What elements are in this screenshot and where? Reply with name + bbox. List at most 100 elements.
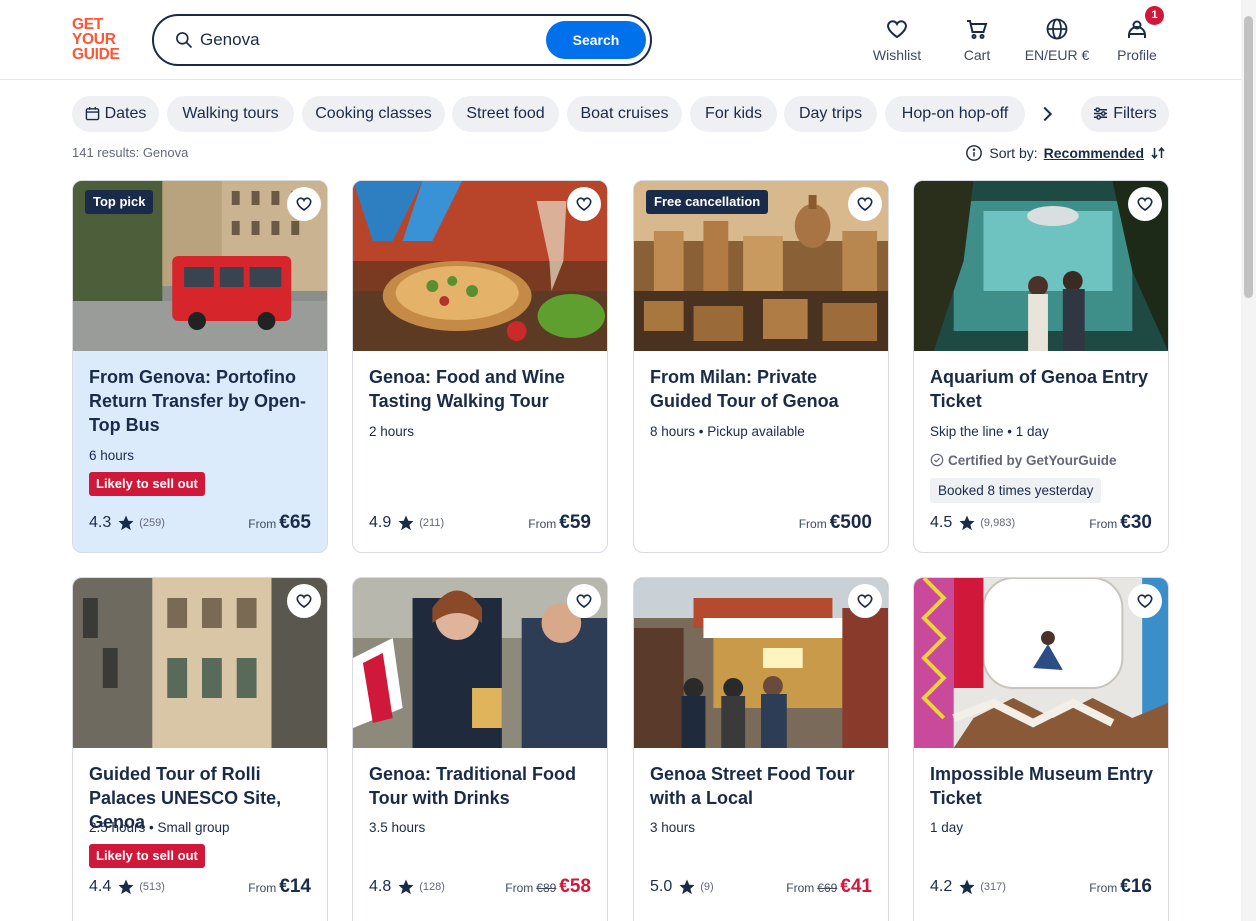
chip-street-food[interactable]: Street food [452,96,559,132]
price-amount: €14 [279,876,311,897]
price-amount: €41 [840,876,872,897]
sliders-icon [1094,107,1108,120]
search-button[interactable]: Search [546,21,646,59]
rating-value: 4.3 [89,514,112,531]
activity-card[interactable]: Top pick From Genova: Portofino Return T… [72,180,328,553]
heart-icon [1137,594,1153,608]
price-from-label: From [505,881,534,895]
search-input[interactable] [200,25,530,55]
activity-price: From €59 [528,512,591,534]
activity-card[interactable]: Impossible Museum Entry Ticket 1 day 4.2… [913,577,1169,921]
original-price: €69 [817,881,838,895]
activity-title[interactable]: Genoa Street Food Tour with a Local [650,762,874,810]
getyourguide-logo[interactable]: GET YOUR GUIDE [72,17,132,63]
activity-card[interactable]: Aquarium of Genoa Entry Ticket Skip the … [913,180,1169,553]
scrollbar-thumb[interactable] [1244,16,1253,298]
info-icon[interactable] [965,144,983,162]
language-currency-link[interactable]: EN/EUR € [1017,14,1097,63]
profile-link[interactable]: 1 Profile [1097,6,1177,63]
activity-rating: 5.0 (9) [650,878,714,896]
notification-badge: 1 [1145,6,1164,25]
activity-title[interactable]: Impossible Museum Entry Ticket [930,762,1154,810]
activity-rating: 4.9 (211) [369,514,444,532]
activity-title[interactable]: From Genova: Portofino Return Transfer b… [89,365,313,437]
activity-duration: 2.5 hours • Small group [89,820,230,835]
chip-label: Hop-on hop-off [901,105,1009,122]
activity-card[interactable]: Genoa Street Food Tour with a Local 3 ho… [633,577,889,921]
wishlist-button[interactable] [848,584,882,618]
review-count: (9,983) [980,517,1016,529]
chip-label: Walking tours [182,105,279,122]
booked-badge: Booked 8 times yesterday [930,478,1102,503]
heart-icon [1137,197,1153,211]
activity-card[interactable]: Guided Tour of Rolli Palaces UNESCO Site… [72,577,328,921]
rating-value: 4.8 [369,878,392,895]
activity-title[interactable]: Genoa: Traditional Food Tour with Drinks [369,762,593,810]
free-cancellation-tag: Free cancellation [646,190,769,214]
chip-label: Cooking classes [315,105,432,122]
page-scrollbar[interactable] [1241,0,1256,921]
activity-title[interactable]: From Milan: Private Guided Tour of Genoa [650,365,874,413]
review-count: (259) [139,517,165,529]
wishlist-button[interactable] [1128,187,1162,221]
chip-label: Day trips [798,105,863,122]
chip-hop-on-hop-off[interactable]: Hop-on hop-off [885,96,1025,132]
sort-label: Sort by: [989,145,1038,161]
activity-card[interactable]: Free cancellation From Milan: Private Gu… [633,180,889,553]
cart-link[interactable]: Cart [937,14,1017,63]
wishlist-button[interactable] [567,187,601,221]
chip-boat-cruises[interactable]: Boat cruises [567,96,682,132]
activity-rating: 4.2 (317) [930,878,1006,896]
certified-label: Certified by GetYourGuide [930,453,1117,468]
chevron-right-icon[interactable] [1036,103,1058,125]
review-count: (513) [139,881,165,893]
chip-label: For kids [705,105,762,122]
chip-day-trips[interactable]: Day trips [784,96,877,132]
price-from-label: From [786,881,815,895]
heart-icon [857,197,873,211]
activity-price: From €30 [1089,512,1152,534]
star-icon [959,879,975,895]
activity-title[interactable]: Aquarium of Genoa Entry Ticket [930,365,1154,413]
activity-price: From €69 €41 [786,876,872,898]
wishlist-button[interactable] [287,187,321,221]
original-price: €89 [536,881,557,895]
activity-duration: 3.5 hours [369,820,426,835]
chip-cooking-classes[interactable]: Cooking classes [302,96,445,132]
price-amount: €500 [829,512,872,533]
heart-icon [576,594,592,608]
price-from-label: From [798,517,827,531]
activity-title[interactable]: Genoa: Food and Wine Tasting Walking Tou… [369,365,593,413]
activity-price: From €14 [248,876,311,898]
wishlist-button[interactable] [287,584,321,618]
activity-rating: 4.5 (9,983) [930,514,1015,532]
sell-out-badge: Likely to sell out [89,844,205,868]
sell-out-badge: Likely to sell out [89,472,205,496]
sort-control[interactable]: Sort by: Recommended [965,144,1166,162]
calendar-icon [85,106,99,121]
cart-icon [967,20,988,39]
sort-value[interactable]: Recommended [1044,145,1144,161]
activity-duration: Skip the line • 1 day [930,424,1049,439]
filters-button[interactable]: Filters [1081,96,1169,132]
chip-walking-tours[interactable]: Walking tours [167,96,294,132]
results-count: 141 results: Genova [72,145,189,160]
sort-arrows-icon [1151,146,1165,160]
chip-label: Boat cruises [580,105,669,122]
chip-dates[interactable]: Dates [72,96,159,132]
heart-icon [296,594,312,608]
rating-value: 4.4 [89,878,112,895]
wishlist-button[interactable] [1128,584,1162,618]
price-amount: €65 [279,512,311,533]
wishlist-button[interactable] [848,187,882,221]
wishlist-link[interactable]: Wishlist [857,14,937,63]
price-from-label: From [528,517,557,531]
activity-card[interactable]: Genoa: Traditional Food Tour with Drinks… [352,577,608,921]
wishlist-button[interactable] [567,584,601,618]
activity-card[interactable]: Genoa: Food and Wine Tasting Walking Tou… [352,180,608,553]
chip-label: Dates [104,105,147,122]
price-amount: €16 [1120,876,1152,897]
activity-duration: 2 hours [369,424,415,439]
review-count: (211) [419,517,445,529]
chip-for-kids[interactable]: For kids [690,96,777,132]
